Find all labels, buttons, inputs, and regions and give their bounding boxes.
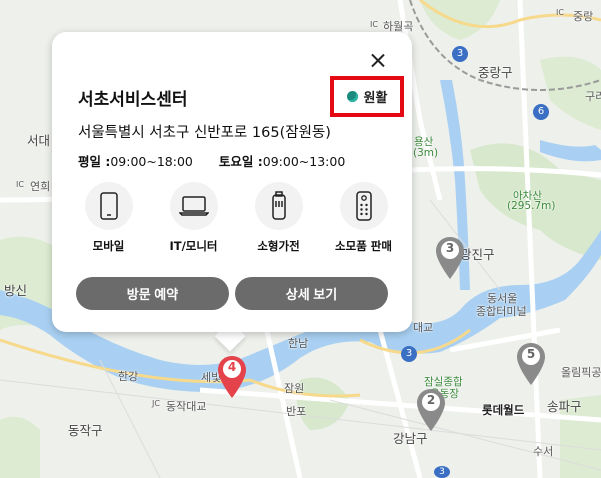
map-label: 잠원 bbox=[284, 382, 305, 395]
view-details-button[interactable]: 상세 보기 bbox=[235, 277, 388, 310]
route-shield: 6 bbox=[533, 104, 549, 120]
map-label: 한강 bbox=[118, 370, 139, 383]
center-name: 서초서비스센터 bbox=[78, 90, 188, 110]
map-label: 서대 bbox=[27, 133, 51, 148]
pin-number: 4 bbox=[227, 360, 237, 374]
map-label: (3m) bbox=[413, 147, 439, 159]
map-label: IC bbox=[556, 8, 564, 17]
map-label: 대교 bbox=[413, 321, 434, 334]
service-center-popup: 서초서비스센터 원활 서울특별시 서초구 신반포로 165(잠원동) 평일 :0… bbox=[52, 32, 412, 332]
service-list: 모바일 IT/모니터 소형가전 소모품 판매 bbox=[66, 182, 406, 254]
map-label: 중랑구 bbox=[478, 65, 513, 80]
map-label: 방신 bbox=[4, 283, 28, 298]
close-icon[interactable] bbox=[367, 50, 389, 72]
weekday-label: 평일 : bbox=[78, 154, 111, 169]
service-icon-circle bbox=[254, 182, 303, 230]
pin-number: 2 bbox=[426, 393, 436, 407]
service-item-it-monitor[interactable]: IT/모니터 bbox=[153, 182, 235, 254]
service-item-consumables[interactable]: 소모품 판매 bbox=[323, 182, 405, 254]
service-icon-circle bbox=[84, 182, 133, 230]
map-label: 광진구 bbox=[460, 247, 495, 262]
map-pin-4[interactable]: 4 bbox=[217, 355, 247, 399]
map-pin-5[interactable]: 5 bbox=[516, 342, 546, 386]
route-shield: 3 bbox=[401, 346, 417, 362]
map-label: 반포 bbox=[286, 405, 307, 418]
map-label: 구리 bbox=[585, 90, 601, 103]
map-label: IC bbox=[370, 20, 378, 29]
route-shield: 3 bbox=[452, 46, 468, 62]
weekday-time: 09:00~18:00 bbox=[110, 154, 193, 169]
visit-reservation-button[interactable]: 방문 예약 bbox=[76, 277, 229, 310]
status-dot-icon bbox=[346, 91, 358, 102]
map-label: 종합터미널 bbox=[476, 305, 527, 318]
status-badge: 원활 bbox=[330, 76, 404, 117]
weekday-hours: 평일 :09:00~18:00 bbox=[78, 151, 193, 170]
service-icon-circle bbox=[339, 182, 388, 230]
business-hours: 평일 :09:00~18:00 토요일 :09:00~13:00 bbox=[78, 151, 345, 170]
map-label: IC bbox=[16, 180, 24, 189]
service-icon-circle bbox=[169, 182, 218, 230]
service-item-mobile[interactable]: 모바일 bbox=[68, 182, 150, 254]
status-text: 원활 bbox=[363, 91, 388, 106]
map-label: 롯데월드 bbox=[482, 403, 525, 417]
saturday-label: 토요일 : bbox=[218, 154, 263, 169]
service-label: 소모품 판매 bbox=[335, 239, 392, 253]
map-label: 동작대교 bbox=[166, 400, 207, 413]
service-label: IT/모니터 bbox=[169, 239, 218, 253]
map-label: 수서 bbox=[533, 445, 554, 458]
map-label: JC bbox=[152, 399, 160, 408]
map-label: 동작구 bbox=[68, 423, 103, 438]
service-label: 소형가전 bbox=[257, 239, 300, 253]
service-label: 모바일 bbox=[92, 239, 125, 253]
center-address: 서울특별시 서초구 신반포로 165(잠원동) bbox=[78, 125, 331, 141]
service-item-small-appliance[interactable]: 소형가전 bbox=[238, 182, 320, 254]
saturday-time: 09:00~13:00 bbox=[262, 154, 346, 169]
laptop-icon bbox=[178, 196, 209, 216]
small-appliance-icon bbox=[271, 191, 286, 220]
map-pin-3[interactable]: 3 bbox=[435, 236, 465, 280]
map-label: 송파구 bbox=[547, 399, 582, 414]
route-shield: 3 bbox=[434, 466, 450, 478]
saturday-hours: 토요일 :09:00~13:00 bbox=[219, 151, 345, 170]
map-label: 중랑 bbox=[573, 10, 594, 23]
map-pin-2[interactable]: 2 bbox=[416, 388, 446, 432]
map-label: 한남 bbox=[288, 337, 309, 350]
pin-number: 3 bbox=[445, 241, 455, 255]
mobile-phone-icon bbox=[99, 192, 118, 220]
pin-number: 5 bbox=[526, 347, 536, 361]
map-label: (295.7m) bbox=[507, 200, 556, 212]
map-label: 올림픽공 bbox=[561, 366, 601, 379]
map-label: 연희 bbox=[30, 180, 51, 193]
remote-control-icon bbox=[355, 191, 372, 221]
